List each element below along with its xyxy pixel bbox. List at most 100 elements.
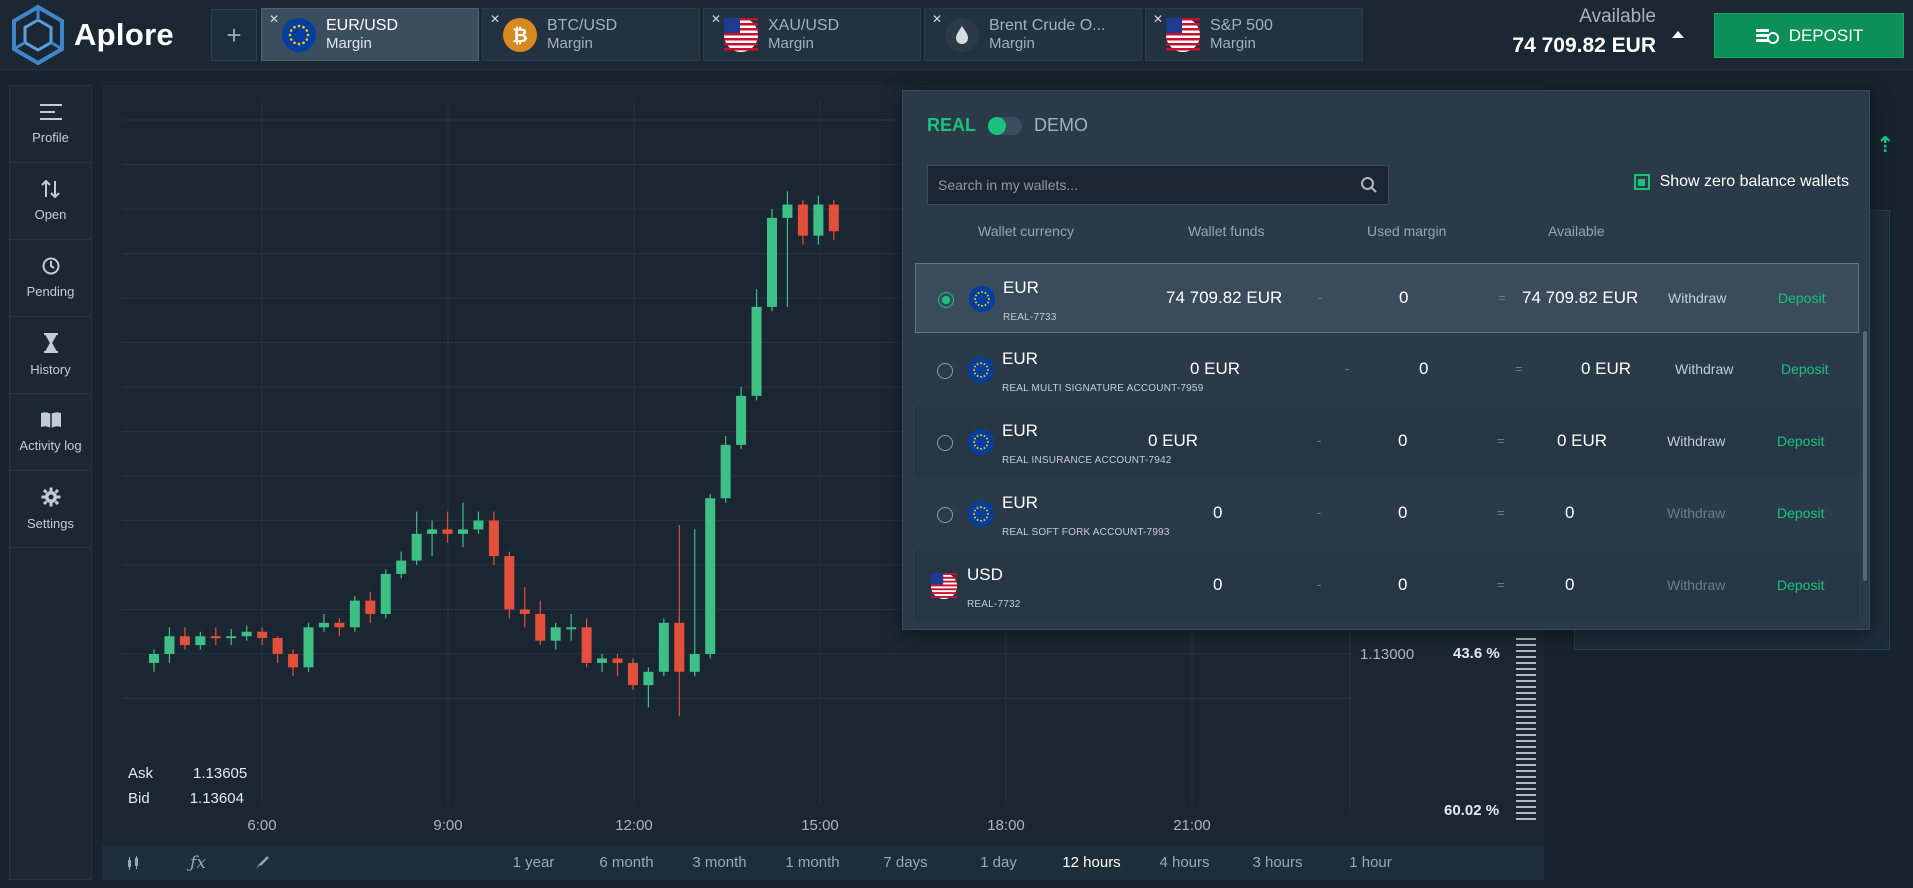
- balance-display[interactable]: Available 74 709.82 EUR: [1512, 6, 1656, 58]
- close-icon[interactable]: ✕: [1153, 12, 1163, 26]
- candle: [427, 520, 438, 557]
- tab-eur-usd[interactable]: ✕ EUR/USD Margin: [261, 8, 479, 61]
- sentiment-meter: [1516, 638, 1536, 820]
- tab-subtitle: Margin: [326, 34, 372, 52]
- logo[interactable]: Aplore: [10, 4, 174, 66]
- wallet-row[interactable]: EUR REAL INSURANCE ACCOUNT-7942 0 EUR - …: [915, 407, 1859, 477]
- wallet-row[interactable]: USD REAL-7732 0 - 0 = 0 Withdraw Deposit: [915, 551, 1859, 621]
- range-12-hours[interactable]: 12 hours: [1045, 854, 1138, 871]
- mode-real-label[interactable]: REAL: [927, 115, 976, 136]
- mode-demo-label[interactable]: DEMO: [1034, 115, 1088, 136]
- wallet-row[interactable]: EUR REAL-7733 74 709.82 EUR - 0 = 74 709…: [915, 263, 1859, 333]
- candle-body: [566, 627, 577, 630]
- show-zero-checkbox[interactable]: [1633, 174, 1650, 190]
- range-1-month[interactable]: 1 month: [766, 854, 859, 871]
- candle: [365, 591, 376, 623]
- range-1-hour[interactable]: 1 hour: [1324, 854, 1417, 871]
- minus-sign: -: [1318, 290, 1323, 305]
- wallet-used-margin: 0: [1398, 575, 1408, 594]
- tab-xau-usd[interactable]: ✕ XAU/USD Margin: [703, 8, 921, 61]
- sidebar-item-label: Settings: [27, 516, 74, 531]
- tab-name: EUR/USD: [326, 16, 399, 34]
- function-icon[interactable]: ƒx: [166, 853, 230, 873]
- search-icon[interactable]: [1360, 176, 1378, 194]
- sidebar-item-pending[interactable]: Pending: [10, 240, 91, 317]
- withdraw-link[interactable]: Withdraw: [1667, 577, 1725, 593]
- minus-sign: -: [1317, 577, 1322, 592]
- deposit-link[interactable]: Deposit: [1777, 433, 1824, 449]
- wallet-row[interactable]: EUR REAL MULTI SIGNATURE ACCOUNT-7959 0 …: [915, 335, 1859, 405]
- candle: [318, 613, 329, 632]
- wallet-search[interactable]: [927, 165, 1389, 205]
- eu-flag-icon: [968, 429, 994, 455]
- time-range-selector: 1 year 6 month 3 month 1 month 7 days 1 day 12…: [487, 854, 1417, 871]
- account-mode-switch[interactable]: REAL DEMO: [927, 115, 1088, 136]
- wallet-funds: 0 EUR: [1190, 359, 1241, 378]
- candle: [674, 524, 685, 717]
- close-icon[interactable]: ✕: [490, 12, 500, 26]
- close-icon[interactable]: ✕: [932, 12, 942, 26]
- instrument-tabs: ✕ EUR/USD Margin ✕ ₿ BTC/USD Margin ✕ XA…: [261, 8, 1363, 61]
- show-zero-balance-toggle[interactable]: Show zero balance wallets: [1633, 173, 1849, 191]
- withdraw-link[interactable]: Withdraw: [1667, 433, 1725, 449]
- wallet-radio[interactable]: [938, 292, 954, 308]
- wallet-currency: EUR: [1002, 421, 1038, 440]
- deposit-link[interactable]: Deposit: [1777, 577, 1824, 593]
- sidebar-item-open[interactable]: Open: [10, 163, 91, 240]
- tab-brent-crude-o[interactable]: ✕ Brent Crude O... Margin: [924, 8, 1142, 61]
- sidebar-item-settings[interactable]: Settings: [10, 471, 91, 548]
- wallet-radio[interactable]: [937, 363, 953, 379]
- withdraw-link[interactable]: Withdraw: [1667, 505, 1725, 521]
- clock-icon: [42, 257, 60, 280]
- deposit-button[interactable]: DEPOSIT: [1714, 13, 1904, 58]
- candle: [736, 387, 747, 450]
- deposit-link[interactable]: Deposit: [1777, 505, 1824, 521]
- equals-sign: =: [1515, 361, 1523, 376]
- candle-body: [504, 556, 515, 610]
- mode-toggle[interactable]: [988, 116, 1022, 135]
- range-6-month[interactable]: 6 month: [580, 854, 673, 871]
- range-7-days[interactable]: 7 days: [859, 854, 952, 871]
- eu-flag-icon: [968, 357, 994, 383]
- equals-sign: =: [1497, 577, 1505, 592]
- candle-body: [535, 613, 546, 641]
- candle: [581, 618, 592, 668]
- sidebar-item-history[interactable]: History: [10, 317, 91, 394]
- range-1-day[interactable]: 1 day: [952, 854, 1045, 871]
- deposit-link[interactable]: Deposit: [1778, 290, 1825, 306]
- header-wallet-currency: Wallet currency: [978, 223, 1074, 239]
- close-icon[interactable]: ✕: [269, 12, 279, 26]
- arrow-up-icon[interactable]: ⇡: [1876, 132, 1894, 158]
- range-3-month[interactable]: 3 month: [673, 854, 766, 871]
- candles-icon[interactable]: [102, 855, 166, 871]
- range-1-year[interactable]: 1 year: [487, 854, 580, 871]
- brush-icon[interactable]: [230, 855, 294, 871]
- wallet-search-input[interactable]: [938, 177, 1360, 193]
- withdraw-link[interactable]: Withdraw: [1675, 361, 1733, 377]
- wallet-row[interactable]: EUR REAL SOFT FORK ACCOUNT-7993 0 - 0 = …: [915, 479, 1859, 549]
- minus-sign: -: [1345, 361, 1350, 376]
- tab-s-p-500[interactable]: ✕ S&P 500 Margin: [1145, 8, 1363, 61]
- sidebar-item-profile[interactable]: Profile: [10, 86, 91, 163]
- wallet-radio[interactable]: [937, 435, 953, 451]
- close-icon[interactable]: ✕: [711, 12, 721, 26]
- tab-name: S&P 500: [1210, 16, 1273, 34]
- range-3-hours[interactable]: 3 hours: [1231, 854, 1324, 871]
- range-4-hours[interactable]: 4 hours: [1138, 854, 1231, 871]
- wallet-radio[interactable]: [937, 507, 953, 523]
- tab-name: XAU/USD: [768, 16, 840, 34]
- wallet-scrollbar[interactable]: [1863, 331, 1867, 581]
- ask-value: 1.13605: [193, 765, 248, 782]
- withdraw-link[interactable]: Withdraw: [1668, 290, 1726, 306]
- bid-value: 1.13604: [189, 790, 244, 807]
- tab-text: S&P 500 Margin: [1210, 17, 1273, 53]
- candle-body: [272, 637, 283, 654]
- sidebar-item-activity-log[interactable]: Activity log: [10, 394, 91, 471]
- bitcoin-icon: ₿: [503, 17, 537, 52]
- caret-up-icon[interactable]: [1672, 31, 1684, 38]
- candle-body: [164, 636, 175, 654]
- deposit-link[interactable]: Deposit: [1781, 361, 1828, 377]
- tab-btc-usd[interactable]: ✕ ₿ BTC/USD Margin: [482, 8, 700, 61]
- add-tab-button[interactable]: +: [211, 9, 257, 61]
- balance-value: 74 709.82 EUR: [1512, 34, 1656, 57]
